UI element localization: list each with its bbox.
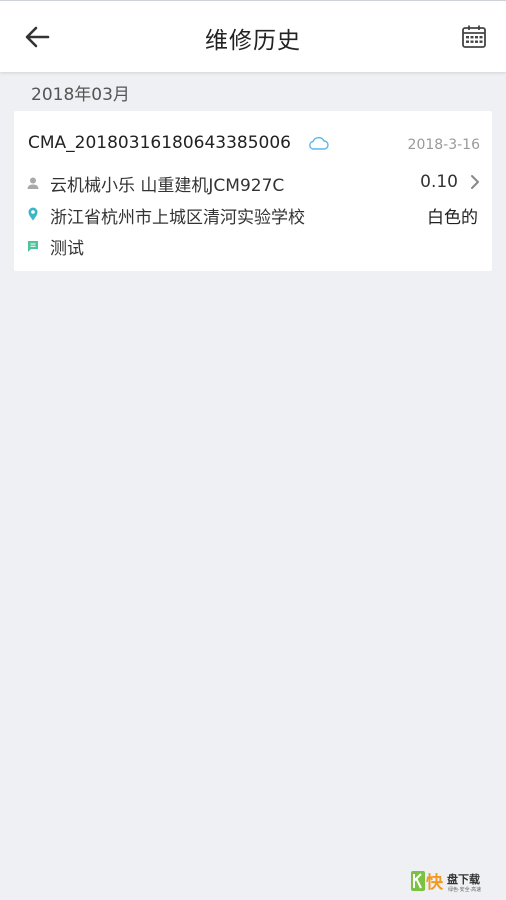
location-pin-icon: [28, 207, 38, 221]
order-id: CMA_20180316180643385006: [28, 133, 291, 153]
top-app-bar: 维修历史: [0, 0, 506, 72]
calendar-icon: [462, 25, 486, 48]
comment-icon: [28, 241, 38, 252]
page-title: 维修历史: [205, 28, 301, 54]
record-date: 2018-3-16: [407, 137, 480, 153]
repair-record-card[interactable]: CMA_20180316180643385006 2018-3-16 云机械小乐…: [14, 111, 492, 271]
month-section-header: 2018年03月: [31, 85, 130, 105]
address-text: 浙江省杭州市上城区清河实验学校: [50, 208, 305, 228]
watermark-name: 盘下载: [447, 872, 480, 886]
note-text: 测试: [50, 239, 84, 259]
watermark-logo: 快 盘下载 绿色·安全·高速: [411, 871, 481, 893]
watermark-brand: 快: [426, 872, 444, 893]
chevron-right-icon: [471, 175, 479, 189]
watermark-tagline: 绿色·安全·高速: [448, 886, 481, 893]
customer-machine-text: 云机械小乐 山重建机JCM927C: [50, 176, 285, 196]
price-value: 0.10: [420, 172, 458, 192]
color-value: 白色的: [427, 208, 478, 228]
cloud-icon: [309, 136, 329, 150]
calendar-button[interactable]: [460, 23, 488, 51]
person-icon: [27, 177, 39, 189]
